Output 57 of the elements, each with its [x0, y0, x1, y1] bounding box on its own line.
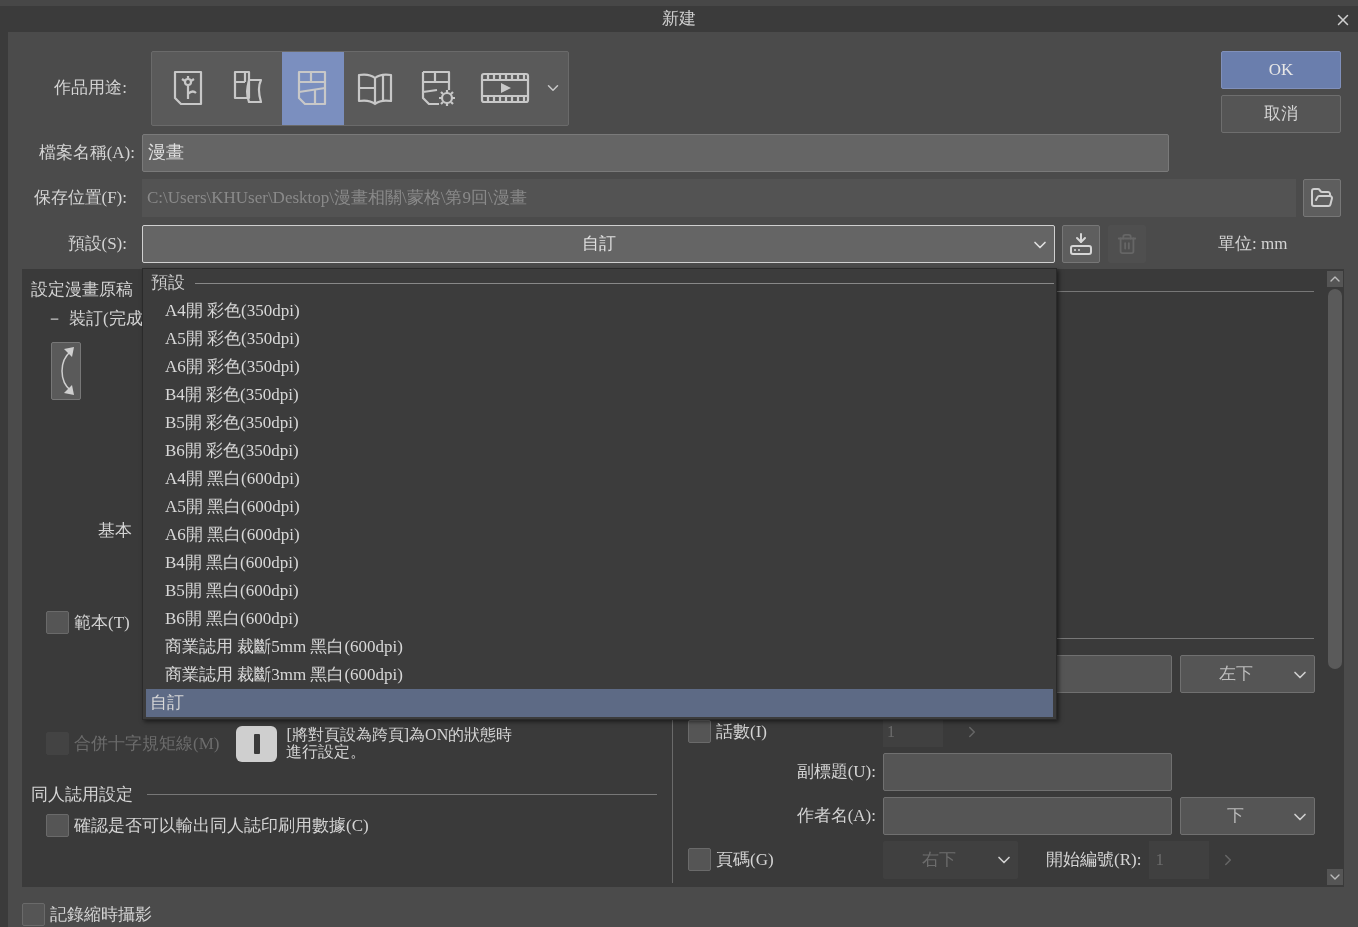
checkbox[interactable]	[46, 611, 69, 635]
file-name-field[interactable]: 漫畫	[142, 133, 1169, 172]
section-title: 設定漫畫原稿	[31, 278, 133, 301]
browse-folder-button[interactable]	[1303, 178, 1341, 217]
scroll-up-icon[interactable]	[1327, 270, 1343, 287]
delete-preset-button[interactable]	[1108, 224, 1146, 263]
unit-label: 單位: mm	[1218, 232, 1288, 255]
checkbox[interactable]	[46, 814, 69, 838]
subtitle-field[interactable]	[883, 752, 1172, 791]
author-field[interactable]	[883, 796, 1172, 835]
menu-item[interactable]: B5開 黑白(600dpi)	[146, 577, 1053, 605]
position-select[interactable]: 左下	[1180, 654, 1315, 693]
checkbox-label: 話數(I)	[716, 720, 767, 743]
checkbox-label: 頁碼(G)	[716, 848, 774, 871]
menu-item[interactable]: A6開 黑白(600dpi)	[146, 521, 1053, 549]
scroll-down-icon[interactable]	[1327, 868, 1343, 885]
menu-item[interactable]: 商業誌用 裁斷3mm 黑白(600dpi)	[146, 661, 1053, 689]
folder-icon	[1310, 185, 1334, 210]
binding-label: 裝訂(完成	[69, 308, 143, 330]
collapse-mark[interactable]: －	[46, 306, 63, 332]
field-label: 預設(S):	[66, 232, 127, 255]
section-title: 同人誌用設定	[31, 783, 133, 806]
menu-item[interactable]: B4開 彩色(350dpi)	[146, 381, 1053, 409]
menu-item[interactable]: B6開 黑白(600dpi)	[146, 605, 1053, 633]
position-select[interactable]: 下	[1180, 796, 1315, 835]
menu-group-header: 預設	[151, 272, 185, 295]
field-label: 基本	[98, 519, 132, 542]
menu-item[interactable]: 自訂	[146, 689, 1053, 717]
checkbox[interactable]	[22, 902, 45, 926]
save-preset-button[interactable]	[1062, 224, 1100, 263]
field-label: 作品用途:	[53, 77, 127, 100]
menu-item[interactable]: A5開 黑白(600dpi)	[146, 493, 1053, 521]
window-title: 新建	[662, 8, 696, 30]
info-icon	[236, 725, 278, 762]
menu-item[interactable]: B4開 黑白(600dpi)	[146, 549, 1053, 577]
download-tray-icon	[1069, 231, 1093, 256]
field-label: 開始編號(R):	[1046, 848, 1142, 871]
menu-item[interactable]: A5開 彩色(350dpi)	[146, 325, 1053, 353]
field-label: 檔案名稱(A):	[37, 141, 135, 164]
menu-item[interactable]: A4開 彩色(350dpi)	[146, 297, 1053, 325]
field-label: 作者名(A):	[795, 804, 876, 827]
checkbox-label: 範本(T)	[74, 612, 130, 634]
menu-item[interactable]: A4開 黑白(600dpi)	[146, 465, 1053, 493]
preset-select[interactable]: 自訂	[142, 224, 1055, 263]
menu-item[interactable]: B5開 彩色(350dpi)	[146, 409, 1053, 437]
checkbox-label: 確認是否可以輸出同人誌印刷用數據(C)	[74, 815, 369, 837]
field-label: 副標題(U):	[795, 760, 876, 783]
usage-option-button[interactable]	[282, 51, 344, 125]
field-label: 保存位置(F):	[32, 186, 127, 209]
checkbox-label: 記錄縮時攝影	[50, 903, 152, 926]
note-text: [將對頁設為跨頁]為ON的狀態時 進行設定。	[286, 725, 513, 760]
menu-item[interactable]: B6開 彩色(350dpi)	[146, 437, 1053, 465]
trash-icon	[1116, 232, 1138, 255]
menu-item[interactable]: A6開 彩色(350dpi)	[146, 353, 1053, 381]
binding-toggle-button[interactable]	[51, 341, 81, 400]
menu-item[interactable]: 商業誌用 裁斷5mm 黑白(600dpi)	[146, 633, 1053, 661]
cancel-button[interactable]: 取消	[1221, 94, 1341, 133]
